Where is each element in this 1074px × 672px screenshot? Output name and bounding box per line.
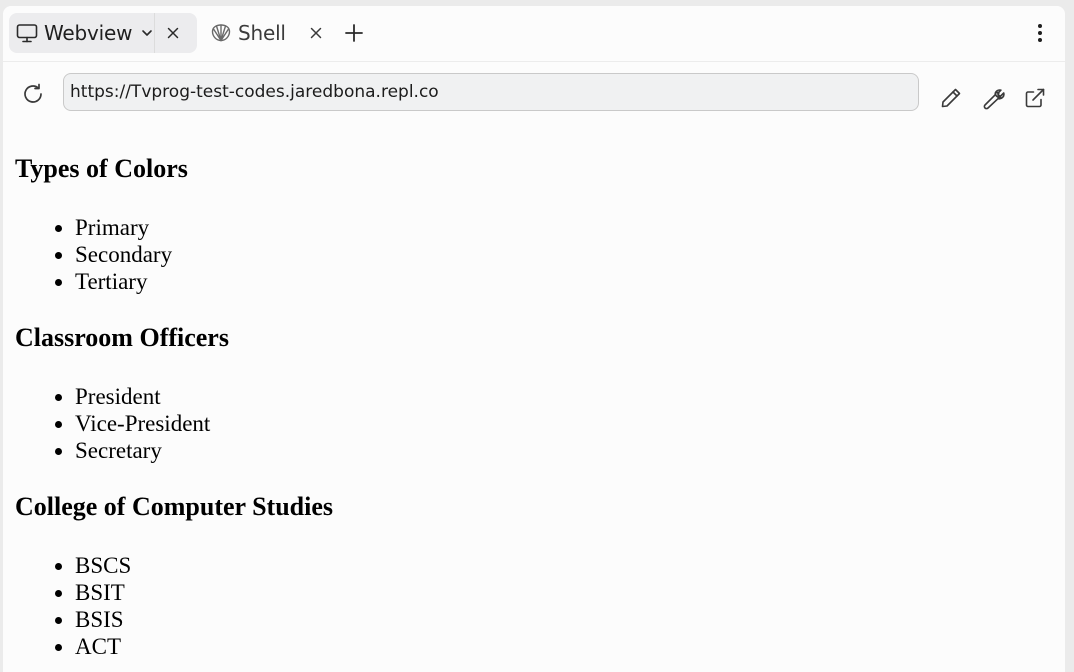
chevron-down-icon[interactable] (140, 26, 154, 40)
list-item: ACT (75, 633, 131, 660)
tab-shell-close-button[interactable] (298, 13, 333, 53)
list-item: Primary (75, 214, 172, 241)
section-heading: Types of Colors (15, 154, 188, 183)
monitor-icon (15, 21, 39, 45)
edit-button[interactable] (937, 84, 965, 112)
external-link-icon (1023, 86, 1047, 110)
more-options-button[interactable] (1027, 18, 1053, 48)
section-list: BSCS BSIT BSIS ACT (15, 552, 131, 660)
list-item: BSCS (75, 552, 131, 579)
plus-icon (344, 23, 364, 43)
close-icon (309, 26, 323, 40)
shell-icon (209, 21, 233, 45)
open-in-new-tab-button[interactable] (1021, 84, 1049, 112)
tab-webview-close-button[interactable] (155, 13, 191, 53)
tab-shell-label: Shell (238, 21, 286, 45)
section-heading: Classroom Officers (15, 323, 229, 352)
close-icon (166, 26, 180, 40)
kebab-menu-icon (1037, 23, 1043, 43)
new-tab-button[interactable] (339, 18, 369, 48)
section-heading: College of Computer Studies (15, 492, 334, 521)
pencil-icon (939, 86, 963, 110)
section-list: Primary Secondary Tertiary (15, 214, 172, 295)
webview-toolbar (3, 62, 1065, 116)
list-item: BSIS (75, 606, 131, 633)
list-item: Secretary (75, 437, 210, 464)
webview-content: Types of Colors Primary Secondary Tertia… (3, 116, 1065, 672)
list-item: Tertiary (75, 268, 172, 295)
reload-icon (21, 82, 45, 106)
replit-webview-pane: Webview Shell https://Tvprog-test-codes.… (3, 6, 1065, 672)
reload-button[interactable] (19, 80, 47, 108)
list-item: President (75, 383, 210, 410)
tab-webview[interactable]: Webview (9, 13, 197, 53)
list-item: Vice-President (75, 410, 210, 437)
wrench-icon (981, 86, 1005, 110)
list-item: Secondary (75, 241, 172, 268)
devtools-button[interactable] (979, 84, 1007, 112)
list-item: BSIT (75, 579, 131, 606)
tab-shell[interactable]: Shell (205, 13, 333, 53)
tab-bar: Webview Shell (3, 6, 1065, 62)
section-list: President Vice-President Secretary (15, 383, 210, 464)
tab-webview-label: Webview (44, 21, 133, 45)
tab-shell-main[interactable]: Shell (205, 21, 298, 45)
tab-webview-main[interactable]: Webview (9, 13, 155, 53)
url-input[interactable] (63, 73, 919, 111)
